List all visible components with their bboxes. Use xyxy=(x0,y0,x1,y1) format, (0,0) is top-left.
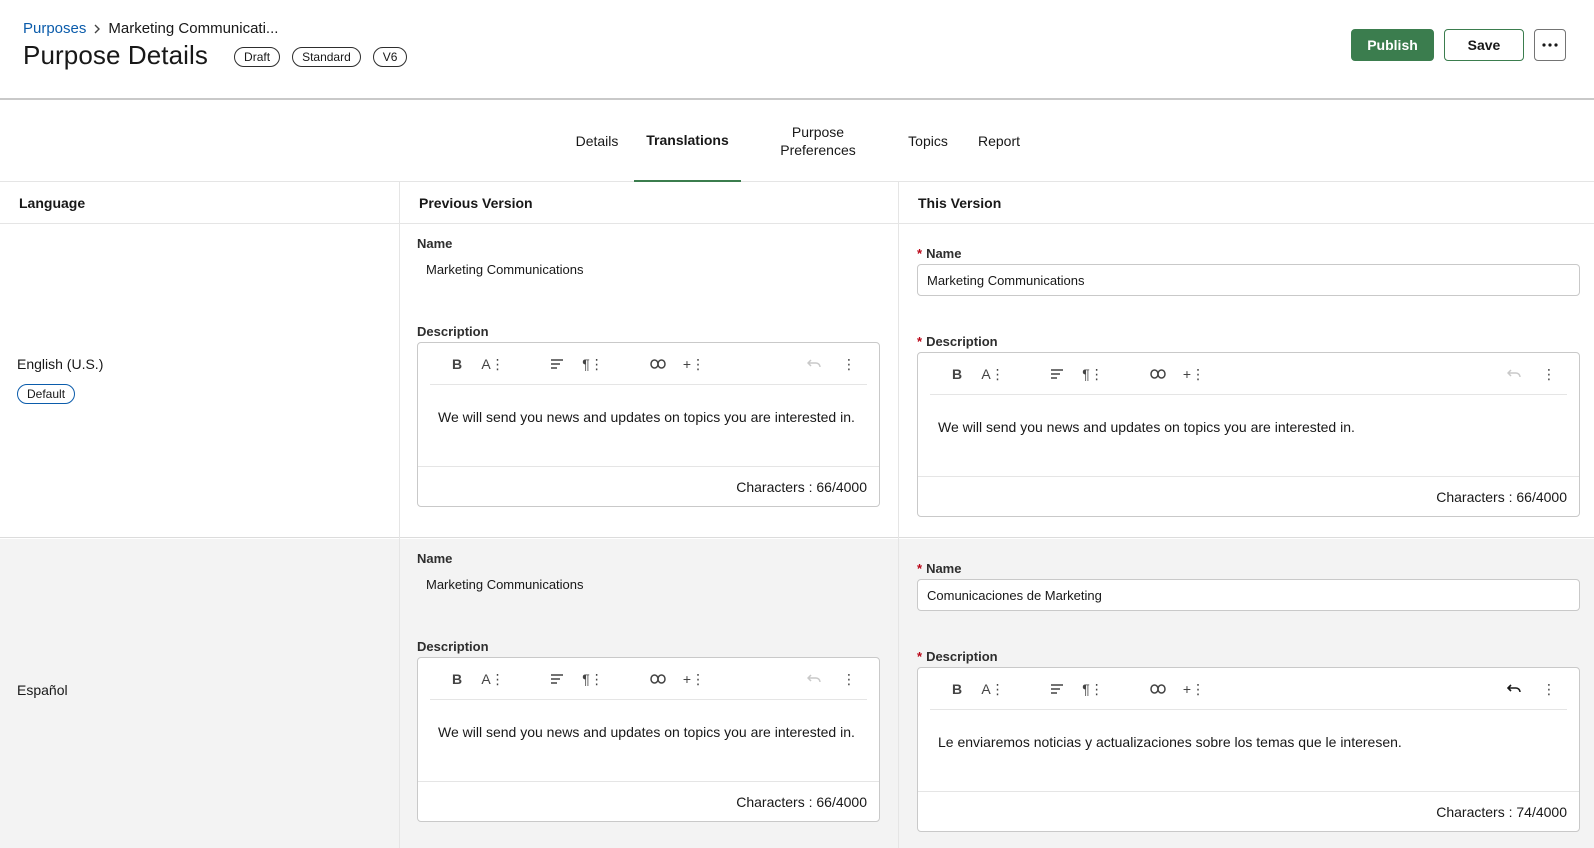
tab-details[interactable]: Details xyxy=(566,100,628,182)
paragraph-icon[interactable]: ¶⋮ xyxy=(582,355,604,373)
editor-toolbar: B A⋮ ¶⋮ +⋮ ⋮ xyxy=(430,343,867,385)
translations-table-header: Language Previous Version This Version xyxy=(0,182,1594,224)
editor-content[interactable]: We will send you news and updates on top… xyxy=(938,419,1355,435)
language-name: English (U.S.) xyxy=(17,356,104,372)
current-name-label: * Name xyxy=(917,561,961,576)
required-marker: * xyxy=(917,334,923,349)
editor-toolbar: B A⋮ ¶⋮ +⋮ ⋮ xyxy=(930,668,1567,710)
bold-icon[interactable]: B xyxy=(948,680,966,698)
insert-icon[interactable]: +⋮ xyxy=(683,670,705,688)
editor-content[interactable]: Le enviaremos noticias y actualizaciones… xyxy=(938,734,1402,750)
column-header-previous-version: Previous Version xyxy=(419,194,533,211)
language-name: Español xyxy=(17,682,68,698)
undo-icon[interactable] xyxy=(805,355,823,373)
link-icon[interactable] xyxy=(1149,680,1167,698)
table-row: Español Name Marketing Communications De… xyxy=(0,539,1594,848)
more-vertical-icon[interactable]: ⋮ xyxy=(1540,365,1558,383)
undo-icon[interactable] xyxy=(1505,680,1523,698)
link-icon[interactable] xyxy=(649,670,667,688)
version-badge: V6 xyxy=(372,46,408,67)
insert-icon[interactable]: +⋮ xyxy=(1183,680,1205,698)
required-marker: * xyxy=(917,561,923,576)
undo-icon[interactable] xyxy=(1505,365,1523,383)
required-marker: * xyxy=(917,649,923,664)
save-button[interactable]: Save xyxy=(1444,29,1524,61)
previous-name-value: Marketing Communications xyxy=(426,577,584,592)
character-count: Characters : 66/4000 xyxy=(418,466,879,506)
default-badge: Default xyxy=(17,384,76,404)
bold-icon[interactable]: B xyxy=(948,365,966,383)
breadcrumb: Purposes Marketing Communicati... xyxy=(23,20,278,37)
align-icon[interactable] xyxy=(1048,680,1066,698)
previous-name-label: Name xyxy=(417,236,453,251)
type-badge-standard: Standard xyxy=(292,46,361,67)
previous-name-label: Name xyxy=(417,551,453,566)
tab-translations[interactable]: Translations xyxy=(634,100,741,182)
current-description-label-text: Description xyxy=(926,649,998,664)
more-vertical-icon[interactable]: ⋮ xyxy=(840,670,858,688)
more-vertical-icon[interactable]: ⋮ xyxy=(840,355,858,373)
current-name-label-text: Name xyxy=(926,246,962,261)
table-row: English (U.S.) Default Name Marketing Co… xyxy=(0,224,1594,538)
editor-toolbar: B A⋮ ¶⋮ +⋮ ⋮ xyxy=(430,658,867,700)
previous-description-label: Description xyxy=(417,324,489,339)
paragraph-icon[interactable]: ¶⋮ xyxy=(582,670,604,688)
column-divider xyxy=(399,182,400,848)
editor-toolbar: B A⋮ ¶⋮ +⋮ ⋮ xyxy=(930,353,1567,395)
font-size-icon[interactable]: A⋮ xyxy=(981,680,1004,698)
bold-icon[interactable]: B xyxy=(448,355,466,373)
tab-bar: Details Translations Purpose Preferences… xyxy=(0,100,1594,182)
editor-content: We will send you news and updates on top… xyxy=(438,409,855,425)
column-header-language: Language xyxy=(19,194,86,211)
breadcrumb-current: Marketing Communicati... xyxy=(108,20,279,37)
status-badge-draft: Draft xyxy=(234,46,281,67)
chevron-right-icon xyxy=(93,24,101,34)
current-description-label: * Description xyxy=(917,334,998,349)
name-input[interactable]: Comunicaciones de Marketing xyxy=(917,579,1580,611)
font-size-icon[interactable]: A⋮ xyxy=(481,670,504,688)
current-name-label: * Name xyxy=(917,246,961,261)
insert-icon[interactable]: +⋮ xyxy=(1183,365,1205,383)
current-description-editor[interactable]: B A⋮ ¶⋮ +⋮ ⋮ Le enviaremos noticias y ac… xyxy=(917,667,1580,832)
more-horizontal-icon xyxy=(1542,43,1558,47)
font-size-icon[interactable]: A⋮ xyxy=(481,355,504,373)
link-icon[interactable] xyxy=(1149,365,1167,383)
undo-icon[interactable] xyxy=(805,670,823,688)
previous-name-value: Marketing Communications xyxy=(426,262,584,277)
tab-purpose-preferences[interactable]: Purpose Preferences xyxy=(770,100,866,182)
current-description-label-text: Description xyxy=(926,334,998,349)
previous-description-editor: B A⋮ ¶⋮ +⋮ ⋮ We will send you news and u… xyxy=(417,342,880,507)
column-divider xyxy=(898,182,899,848)
link-icon[interactable] xyxy=(649,355,667,373)
align-icon[interactable] xyxy=(548,670,566,688)
more-vertical-icon[interactable]: ⋮ xyxy=(1540,680,1558,698)
name-input[interactable]: Marketing Communications xyxy=(917,264,1580,296)
bold-icon[interactable]: B xyxy=(448,670,466,688)
page-header: Purposes Marketing Communicati... Purpos… xyxy=(0,0,1594,100)
publish-button[interactable]: Publish xyxy=(1351,29,1434,61)
align-icon[interactable] xyxy=(1048,365,1066,383)
previous-description-editor: B A⋮ ¶⋮ +⋮ ⋮ We will send you news and u… xyxy=(417,657,880,822)
current-description-label: * Description xyxy=(917,649,998,664)
paragraph-icon[interactable]: ¶⋮ xyxy=(1082,680,1104,698)
character-count: Characters : 74/4000 xyxy=(918,791,1579,831)
breadcrumb-purposes-link[interactable]: Purposes xyxy=(23,20,86,37)
tab-report[interactable]: Report xyxy=(972,100,1026,182)
align-icon[interactable] xyxy=(548,355,566,373)
column-header-this-version: This Version xyxy=(918,194,1002,211)
insert-icon[interactable]: +⋮ xyxy=(683,355,705,373)
page-title: Purpose Details xyxy=(23,40,209,70)
character-count: Characters : 66/4000 xyxy=(918,476,1579,516)
previous-description-label: Description xyxy=(417,639,489,654)
more-actions-button[interactable] xyxy=(1534,29,1566,61)
tab-topics[interactable]: Topics xyxy=(902,100,954,182)
font-size-icon[interactable]: A⋮ xyxy=(981,365,1004,383)
current-name-label-text: Name xyxy=(926,561,962,576)
paragraph-icon[interactable]: ¶⋮ xyxy=(1082,365,1104,383)
required-marker: * xyxy=(917,246,923,261)
character-count: Characters : 66/4000 xyxy=(418,781,879,821)
editor-content: We will send you news and updates on top… xyxy=(438,724,855,740)
current-description-editor[interactable]: B A⋮ ¶⋮ +⋮ ⋮ We will send you news and u… xyxy=(917,352,1580,517)
